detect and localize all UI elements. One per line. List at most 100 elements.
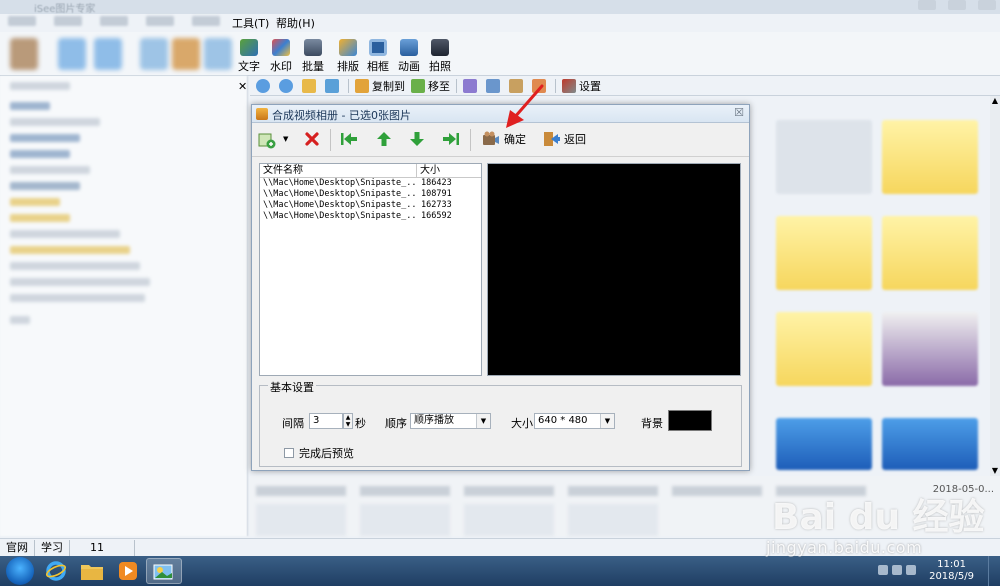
interval-input[interactable]: 3 bbox=[309, 413, 343, 429]
spin-up-icon[interactable]: ▲ bbox=[344, 414, 352, 421]
filmstrip-thumbnail[interactable] bbox=[360, 504, 450, 536]
status-learn[interactable]: 学习 bbox=[35, 539, 70, 556]
panel-close-icon[interactable]: ✕ bbox=[238, 80, 247, 93]
toolbar-button-blurred[interactable] bbox=[94, 38, 122, 70]
move-last-button[interactable] bbox=[442, 131, 460, 147]
move-up-button[interactable] bbox=[376, 131, 392, 147]
thumbnail[interactable] bbox=[882, 216, 978, 290]
column-filename[interactable]: 文件名称 bbox=[260, 164, 417, 177]
toolbar-batch-button[interactable]: 批量 bbox=[296, 36, 330, 74]
thumbnail[interactable] bbox=[882, 120, 978, 194]
toolbar-text-button[interactable]: 文字 bbox=[232, 36, 266, 74]
show-desktop-button[interactable] bbox=[988, 556, 1000, 586]
thumbnail[interactable] bbox=[776, 120, 872, 194]
tree-item[interactable] bbox=[10, 198, 60, 206]
dialog-close-icon[interactable]: ☒ bbox=[734, 106, 744, 119]
toolbar-button-blurred[interactable] bbox=[204, 38, 232, 70]
thumbnail[interactable] bbox=[882, 312, 978, 386]
minimize-button[interactable] bbox=[918, 0, 936, 10]
menu-item-blurred[interactable] bbox=[54, 16, 82, 26]
tree-item[interactable] bbox=[10, 118, 100, 126]
tray-icon[interactable] bbox=[892, 565, 902, 575]
tree-item[interactable] bbox=[10, 230, 120, 238]
chevron-down-icon[interactable]: ▼ bbox=[476, 414, 490, 428]
table-row[interactable]: \\Mac\Home\Desktop\Snipaste_... 186423 bbox=[260, 178, 481, 189]
vertical-scrollbar[interactable]: ▲ ▼ bbox=[990, 96, 1000, 476]
taskbar-ie[interactable] bbox=[40, 558, 72, 584]
settings-button[interactable]: 设置 bbox=[562, 78, 601, 94]
copy-to-button[interactable]: 复制到 bbox=[355, 78, 405, 94]
add-image-button[interactable] bbox=[258, 131, 276, 149]
table-row[interactable]: \\Mac\Home\Desktop\Snipaste_... 108791 bbox=[260, 189, 481, 200]
taskbar-explorer[interactable] bbox=[76, 558, 108, 584]
status-official-site[interactable]: 官网 bbox=[0, 539, 35, 556]
tree-item[interactable] bbox=[10, 150, 70, 158]
interval-spinner[interactable]: ▲ ▼ bbox=[343, 413, 353, 429]
thumbnail[interactable] bbox=[776, 312, 872, 386]
remove-button[interactable] bbox=[304, 131, 320, 147]
filmstrip-thumbnail[interactable] bbox=[568, 504, 658, 536]
menu-item-blurred[interactable] bbox=[8, 16, 36, 26]
order-select[interactable]: 顺序播放 ▼ bbox=[410, 413, 491, 429]
system-clock[interactable]: 11:01 2018/5/9 bbox=[929, 559, 974, 583]
tree-item[interactable] bbox=[10, 166, 90, 174]
background-color-swatch[interactable] bbox=[668, 410, 712, 431]
toolbar-button-blurred[interactable] bbox=[10, 38, 38, 70]
maximize-button[interactable] bbox=[948, 0, 966, 10]
toolbar-photo-button[interactable]: 拍照 bbox=[423, 36, 457, 74]
tree-item[interactable] bbox=[10, 262, 140, 270]
thumbnail[interactable] bbox=[776, 418, 872, 470]
tree-item[interactable] bbox=[10, 102, 50, 110]
tree-item[interactable] bbox=[10, 278, 150, 286]
tree-item[interactable] bbox=[10, 134, 80, 142]
menu-tools[interactable]: 工具(T) bbox=[232, 15, 269, 31]
start-button[interactable] bbox=[6, 557, 34, 585]
filmstrip-thumbnail[interactable] bbox=[464, 504, 554, 536]
size-select[interactable]: 640 * 480 ▼ bbox=[534, 413, 615, 429]
chevron-down-icon[interactable]: ▼ bbox=[600, 414, 614, 428]
scroll-up-icon[interactable]: ▲ bbox=[990, 96, 1000, 106]
add-dropdown-icon[interactable]: ▼ bbox=[283, 135, 288, 143]
preview-after-checkbox[interactable] bbox=[284, 448, 294, 458]
column-size[interactable]: 大小 bbox=[417, 164, 481, 177]
cut-button[interactable] bbox=[463, 78, 480, 93]
menu-item-blurred[interactable] bbox=[146, 16, 174, 26]
table-row[interactable]: \\Mac\Home\Desktop\Snipaste_... 162733 bbox=[260, 200, 481, 211]
tree-item[interactable] bbox=[10, 316, 30, 324]
taskbar-isee[interactable] bbox=[146, 558, 182, 584]
toolbar-layout-button[interactable]: 排版 bbox=[331, 36, 365, 74]
toolbar-label: 动画 bbox=[398, 60, 420, 73]
back-button[interactable] bbox=[256, 78, 273, 93]
toolbar-button-blurred[interactable] bbox=[140, 38, 168, 70]
table-row[interactable]: \\Mac\Home\Desktop\Snipaste_... 166592 bbox=[260, 211, 481, 222]
move-to-button[interactable]: 移至 bbox=[411, 78, 450, 94]
scroll-down-icon[interactable]: ▼ bbox=[990, 466, 1000, 476]
toolbar-button-blurred[interactable] bbox=[58, 38, 86, 70]
folder-up-button[interactable] bbox=[302, 78, 319, 93]
taskbar-media-player[interactable] bbox=[112, 558, 144, 584]
tree-item[interactable] bbox=[10, 182, 80, 190]
thumbnail[interactable] bbox=[776, 216, 872, 290]
toolbar-watermark-button[interactable]: 水印 bbox=[264, 36, 298, 74]
menu-item-blurred[interactable] bbox=[192, 16, 220, 26]
menu-help[interactable]: 帮助(H) bbox=[276, 15, 315, 31]
move-first-button[interactable] bbox=[340, 131, 358, 147]
forward-button[interactable] bbox=[279, 78, 296, 93]
toolbar-animation-button[interactable]: 动画 bbox=[392, 36, 426, 74]
file-list[interactable]: 文件名称 大小 \\Mac\Home\Desktop\Snipaste_... … bbox=[259, 163, 482, 376]
thumbnail[interactable] bbox=[882, 418, 978, 470]
menu-item-blurred[interactable] bbox=[100, 16, 128, 26]
toolbar-frame-button[interactable]: 相框 bbox=[361, 36, 395, 74]
filmstrip-thumbnail[interactable] bbox=[256, 504, 346, 536]
toolbar-button-blurred[interactable] bbox=[172, 38, 200, 70]
tree-item[interactable] bbox=[10, 82, 70, 90]
tray-icon[interactable] bbox=[906, 565, 916, 575]
tree-item[interactable] bbox=[10, 214, 70, 222]
refresh-button[interactable] bbox=[325, 78, 342, 93]
tray-icon[interactable] bbox=[878, 565, 888, 575]
tree-item[interactable] bbox=[10, 246, 130, 254]
close-button[interactable] bbox=[978, 0, 996, 10]
move-down-button[interactable] bbox=[409, 131, 425, 147]
tree-item[interactable] bbox=[10, 294, 145, 302]
spin-down-icon[interactable]: ▼ bbox=[344, 421, 352, 428]
